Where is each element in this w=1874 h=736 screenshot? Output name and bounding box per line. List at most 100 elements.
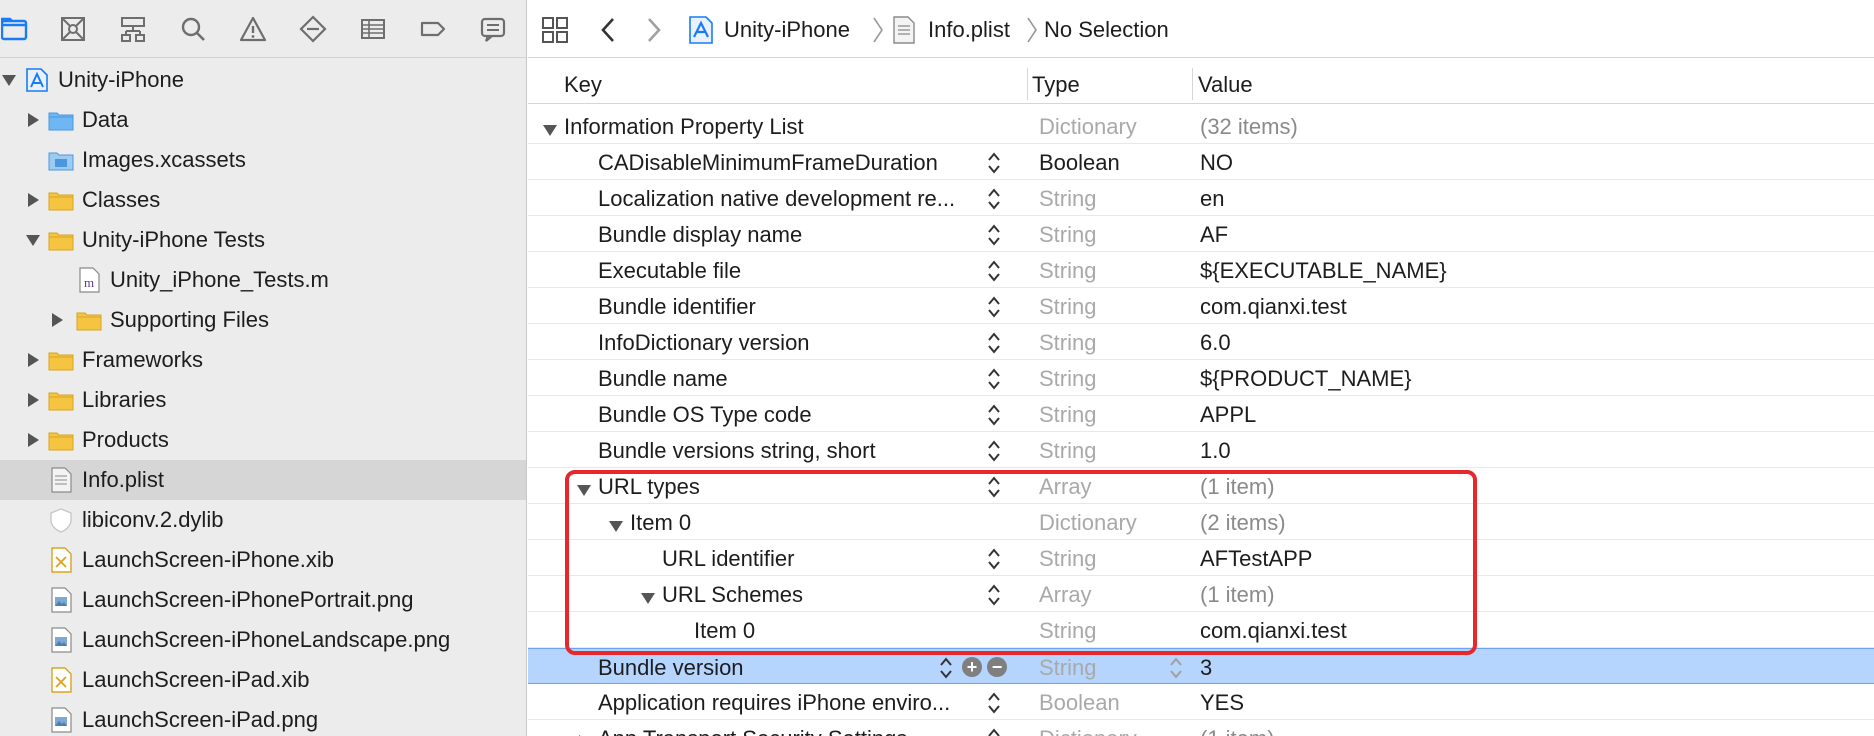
disclosure-triangle-expanded-icon[interactable]	[0, 71, 18, 89]
plist-key[interactable]: URL identifier	[662, 546, 794, 572]
navigator-item[interactable]: Libraries	[0, 380, 526, 420]
plist-type[interactable]: String	[1039, 438, 1096, 464]
key-stepper-icon[interactable]	[986, 438, 1002, 464]
plist-type[interactable]: Dictionary	[1039, 726, 1137, 736]
plist-value[interactable]: (2 items)	[1200, 510, 1286, 536]
plist-type[interactable]: String	[1039, 618, 1096, 644]
plist-row[interactable]: Localization native development re... Str…	[528, 180, 1874, 216]
report-icon[interactable]	[478, 14, 508, 44]
remove-row-icon[interactable]: −	[987, 657, 1007, 677]
navigator-item[interactable]: Info.plist	[0, 460, 526, 500]
breakpoint-icon[interactable]	[418, 14, 448, 44]
plist-type[interactable]: String	[1039, 294, 1096, 320]
plist-type[interactable]: String	[1039, 366, 1096, 392]
plist-key[interactable]: Item 0	[630, 510, 691, 536]
disclosure-triangle-collapsed-icon[interactable]	[48, 311, 66, 329]
plist-value[interactable]: (32 items)	[1200, 114, 1298, 140]
plist-row[interactable]: URL identifier String AFTestAPP	[528, 540, 1874, 576]
key-stepper-icon[interactable]	[986, 726, 1002, 736]
plist-type[interactable]: String	[1039, 330, 1096, 356]
source-control-icon[interactable]	[58, 14, 88, 44]
plist-row[interactable]: Bundle display name String AF	[528, 216, 1874, 252]
plist-type[interactable]: String	[1039, 258, 1096, 284]
key-stepper-icon[interactable]	[986, 258, 1002, 284]
plist-value[interactable]: AFTestAPP	[1200, 546, 1312, 572]
disclosure-triangle-expanded-icon[interactable]	[640, 586, 656, 604]
plist-row[interactable]: URL Schemes Array (1 item)	[528, 576, 1874, 612]
plist-row[interactable]: Bundle identifier String com.qianxi.test	[528, 288, 1874, 324]
plist-type[interactable]: String	[1039, 546, 1096, 572]
type-column-header[interactable]: Type	[1032, 72, 1080, 98]
navigator-item[interactable]: Data	[0, 100, 526, 140]
add-row-icon[interactable]: +	[962, 657, 982, 677]
plist-value[interactable]: YES	[1200, 690, 1244, 716]
plist-type[interactable]: Dictionary	[1039, 510, 1137, 536]
navigator-item[interactable]: Unity-iPhone Tests	[0, 220, 526, 260]
plist-row[interactable]: Bundle name String ${PRODUCT_NAME}	[528, 360, 1874, 396]
plist-key[interactable]: Bundle versions string, short	[598, 438, 876, 464]
navigator-item[interactable]: m Unity_iPhone_Tests.m	[0, 260, 526, 300]
disclosure-triangle-collapsed-icon[interactable]	[24, 351, 42, 369]
navigator-item[interactable]: LaunchScreen-iPad.xib	[0, 660, 526, 700]
key-stepper-icon[interactable]	[986, 186, 1002, 212]
symbol-navigator-icon[interactable]	[118, 14, 148, 44]
plist-value[interactable]: (1 item)	[1200, 582, 1275, 608]
plist-value[interactable]: AF	[1200, 222, 1228, 248]
back-chevron-icon[interactable]	[598, 14, 618, 46]
forward-chevron-icon[interactable]	[644, 14, 664, 46]
key-stepper-icon[interactable]	[986, 222, 1002, 248]
plist-row[interactable]: App Transport Security Settings Dictionar…	[528, 720, 1874, 736]
disclosure-triangle-expanded-icon[interactable]	[576, 478, 592, 496]
key-stepper-icon[interactable]	[986, 330, 1002, 356]
column-divider[interactable]	[1192, 68, 1193, 100]
key-stepper-icon[interactable]	[986, 150, 1002, 176]
disclosure-triangle-expanded-icon[interactable]	[24, 231, 42, 249]
navigator-item[interactable]: LaunchScreen-iPhone.xib	[0, 540, 526, 580]
navigator-item[interactable]: Images.xcassets	[0, 140, 526, 180]
plist-value[interactable]: (1 item)	[1200, 474, 1275, 500]
plist-row[interactable]: Item 0 Dictionary (2 items)	[528, 504, 1874, 540]
key-stepper-icon[interactable]	[986, 582, 1002, 608]
plist-value[interactable]: 3	[1200, 655, 1212, 681]
jumpbar-project[interactable]: Unity-iPhone	[688, 14, 850, 46]
plist-key[interactable]: Bundle OS Type code	[598, 402, 812, 428]
plist-value[interactable]: (1 item)	[1200, 726, 1275, 736]
plist-type[interactable]: String	[1039, 402, 1096, 428]
plist-type[interactable]: Array	[1039, 582, 1092, 608]
plist-key[interactable]: Application requires iPhone enviro...	[598, 690, 950, 716]
find-icon[interactable]	[178, 14, 208, 44]
navigator-item[interactable]: LaunchScreen-iPhonePortrait.png	[0, 580, 526, 620]
plist-value[interactable]: ${EXECUTABLE_NAME}	[1200, 258, 1447, 284]
plist-row[interactable]: Bundle OS Type code String APPL	[528, 396, 1874, 432]
key-stepper-icon[interactable]	[938, 655, 954, 681]
plist-key[interactable]: URL types	[598, 474, 700, 500]
key-stepper-icon[interactable]	[986, 474, 1002, 500]
navigator-item[interactable]: Frameworks	[0, 340, 526, 380]
plist-row[interactable]: CADisableMinimumFrameDuration Boolean NO	[528, 144, 1874, 180]
plist-value[interactable]: en	[1200, 186, 1224, 212]
disclosure-triangle-expanded-icon[interactable]	[608, 514, 624, 532]
disclosure-triangle-collapsed-icon[interactable]	[24, 431, 42, 449]
key-stepper-icon[interactable]	[986, 690, 1002, 716]
plist-value[interactable]: 1.0	[1200, 438, 1231, 464]
disclosure-triangle-expanded-icon[interactable]	[542, 118, 558, 136]
plist-key[interactable]: CADisableMinimumFrameDuration	[598, 150, 938, 176]
plist-type[interactable]: Array	[1039, 474, 1092, 500]
plist-key[interactable]: URL Schemes	[662, 582, 803, 608]
type-popup-icon[interactable]	[1168, 655, 1184, 681]
plist-key[interactable]: Information Property List	[564, 114, 804, 140]
key-column-header[interactable]: Key	[564, 72, 602, 98]
navigator-item[interactable]: Unity-iPhone	[0, 60, 526, 100]
key-stepper-icon[interactable]	[986, 546, 1002, 572]
disclosure-triangle-collapsed-icon[interactable]	[576, 730, 592, 736]
key-stepper-icon[interactable]	[986, 294, 1002, 320]
plist-value[interactable]: APPL	[1200, 402, 1256, 428]
plist-row[interactable]: URL types Array (1 item)	[528, 468, 1874, 504]
plist-row[interactable]: Bundle version + − String 3	[528, 648, 1874, 684]
disclosure-triangle-collapsed-icon[interactable]	[24, 391, 42, 409]
navigator-item[interactable]: libiconv.2.dylib	[0, 500, 526, 540]
plist-row[interactable]: Item 0 String com.qianxi.test	[528, 612, 1874, 648]
related-items-icon[interactable]	[540, 14, 570, 46]
plist-value[interactable]: ${PRODUCT_NAME}	[1200, 366, 1412, 392]
plist-row[interactable]: Bundle versions string, short String 1.0	[528, 432, 1874, 468]
